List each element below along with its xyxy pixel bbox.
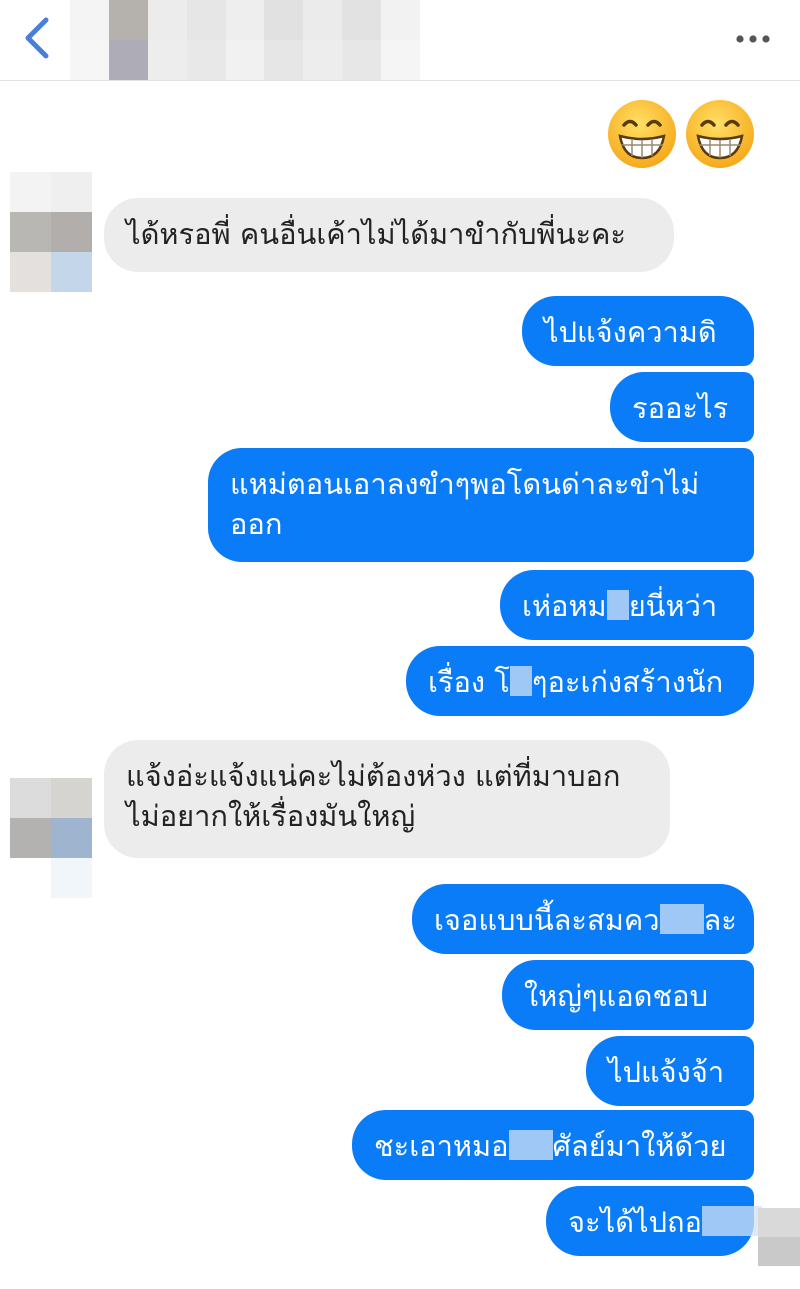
emoji-message [606,98,758,174]
chevron-left-icon [25,17,49,59]
message-text: ๆอะเก่งสร้างนัก [531,665,724,699]
read-receipt-avatar [758,1208,800,1266]
chat-header [0,0,800,81]
message-text: ไปแจ้งจ้า [608,1055,725,1089]
outgoing-message[interactable]: ใหญ่ๆแอดชอบ [502,960,754,1030]
message-text: ได้หรอพี่ คนอื่นเค้าไม่ได้มาขำกับพี่นะคะ [126,217,627,251]
grinning-face-icon [608,100,676,168]
message-text-line: ไม่อยากให้เรื่องมันใหญ่ [126,799,416,833]
message-text: ไปแจ้งความดิ [544,315,717,349]
incoming-message[interactable]: ได้หรอพี่ คนอื่นเค้าไม่ได้มาขำกับพี่นะคะ [104,198,674,272]
message-text: ใหญ่ๆแอดชอบ [524,979,709,1013]
contact-avatar[interactable] [10,778,92,898]
message-text: จะได้ไปถอ [568,1205,702,1239]
censor-mask [606,590,629,620]
outgoing-message[interactable]: ไปแจ้งความดิ [522,296,754,366]
outgoing-message[interactable]: รออะไร [610,372,754,442]
message-text: ละ [703,903,737,937]
outgoing-message[interactable]: เรื่อง โ ๆอะเก่งสร้างนัก [406,646,754,716]
outgoing-message[interactable]: เจอแบบนี้ละสมคว ละ [412,884,754,954]
outgoing-message[interactable]: แหม่ตอนเอาลงขำๆพอโดนด่าละขำไม่ ออก [208,448,754,562]
contact-avatar[interactable] [10,172,92,292]
censor-mask [659,904,704,934]
message-text-line: แจ้งอ่ะแจ้งแน่คะไม่ต้องห่วง แต่ที่มาบอก [126,759,621,793]
message-text: เจอแบบนี้ละสมคว [434,903,660,937]
censor-mask [509,666,532,696]
message-text-line: แหม่ตอนเอาลงขำๆพอโดนด่าละขำไม่ [230,467,700,501]
back-button[interactable] [18,14,62,62]
censor-mask [508,1130,553,1160]
outgoing-message[interactable]: เห่อหม ยนี่หว่า [500,570,754,640]
message-text: เรื่อง โ [428,665,510,699]
message-text: ยนี่หว่า [628,589,718,623]
message-text-line: ออก [230,507,283,541]
outgoing-message[interactable]: จะได้ไปถอ [546,1186,762,1256]
outgoing-message[interactable]: ชะเอาหมอ ศัลย์มาให้ด้วย [352,1110,754,1180]
contact-name-blurred [70,0,420,80]
more-horizontal-icon [736,35,770,43]
grinning-face-icon [686,100,754,168]
incoming-message[interactable]: แจ้งอ่ะแจ้งแน่คะไม่ต้องห่วง แต่ที่มาบอก … [104,740,670,858]
outgoing-message[interactable]: ไปแจ้งจ้า [586,1036,754,1106]
message-text: เห่อหม [522,589,607,623]
message-text: รออะไร [632,391,729,425]
message-text: ชะเอาหมอ [374,1129,509,1163]
message-text: ศัลย์มาให้ด้วย [552,1129,727,1163]
censor-mask [701,1206,762,1236]
more-options-button[interactable] [728,24,778,54]
